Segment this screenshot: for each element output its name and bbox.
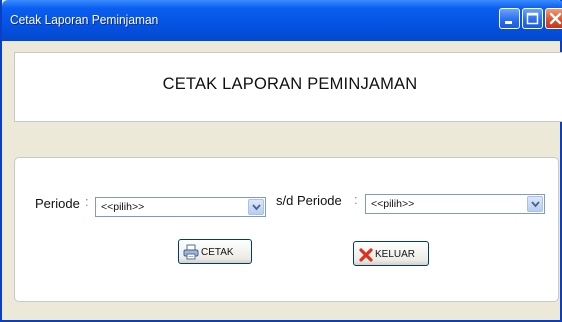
end-period-select[interactable]: <<pilih>> bbox=[365, 194, 545, 214]
header-panel: CETAK LAPORAN PEMINJAMAN bbox=[14, 52, 562, 122]
chevron-down-icon bbox=[531, 201, 540, 208]
print-button[interactable]: CETAK bbox=[178, 239, 252, 264]
chevron-down-icon bbox=[252, 204, 261, 211]
end-period-label: s/d Periode bbox=[276, 193, 342, 208]
title-bar[interactable]: Cetak Laporan Peminjaman bbox=[2, 0, 562, 41]
minimize-button[interactable] bbox=[499, 8, 520, 29]
form-panel: Periode : <<pilih>> s/d Periode : <<pili… bbox=[14, 157, 559, 302]
red-x-icon bbox=[359, 248, 373, 262]
start-period-dropdown-button[interactable] bbox=[248, 199, 264, 215]
close-icon bbox=[549, 12, 562, 25]
print-button-label: CETAK bbox=[201, 247, 234, 258]
close-button[interactable] bbox=[545, 8, 562, 29]
start-period-label: Periode bbox=[35, 196, 80, 211]
minimize-icon bbox=[505, 21, 512, 24]
end-period-select-value: <<pilih>> bbox=[371, 198, 415, 210]
app-window: Cetak Laporan Peminjaman CETAK LAPORAN P… bbox=[0, 0, 562, 322]
exit-button[interactable]: KELUAR bbox=[353, 241, 429, 266]
maximize-button[interactable] bbox=[522, 8, 543, 29]
window-title: Cetak Laporan Peminjaman bbox=[10, 12, 159, 27]
end-period-dropdown-button[interactable] bbox=[527, 196, 543, 212]
printer-icon bbox=[183, 244, 199, 260]
start-period-select-value: <<pilih>> bbox=[101, 201, 145, 213]
maximize-icon bbox=[526, 12, 539, 25]
page-title: CETAK LAPORAN PEMINJAMAN bbox=[162, 75, 418, 93]
end-period-colon: : bbox=[354, 192, 358, 207]
start-period-colon: : bbox=[85, 194, 89, 209]
exit-button-label: KELUAR bbox=[375, 249, 416, 260]
start-period-select[interactable]: <<pilih>> bbox=[95, 197, 266, 217]
